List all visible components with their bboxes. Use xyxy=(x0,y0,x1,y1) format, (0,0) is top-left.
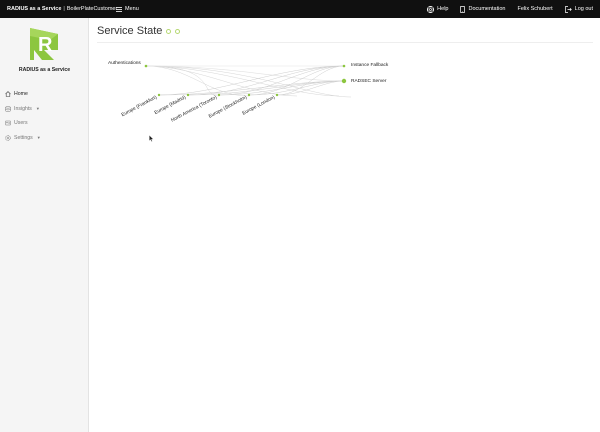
logout-icon xyxy=(564,5,572,13)
logout-link[interactable]: Log out xyxy=(564,5,593,13)
graph-node-region[interactable]: Europe (Frankfurt) xyxy=(121,93,161,118)
gear-icon xyxy=(5,135,11,141)
node-dot xyxy=(186,93,190,97)
brand-separator: | xyxy=(63,6,65,12)
mouse-pointer-icon xyxy=(149,129,154,147)
sidebar-item-label: Home xyxy=(14,91,28,98)
user-name: Felix Schubert xyxy=(517,6,553,12)
brand-title: RADIUS as a Service xyxy=(7,6,62,12)
sidebar-item-insights[interactable]: Insights ▼ xyxy=(5,102,85,117)
sidebar-item-home[interactable]: Home xyxy=(5,87,85,102)
graph-node-radsec-server[interactable]: RADSEC Server xyxy=(341,78,387,84)
logo-letter: R xyxy=(38,34,53,56)
node-label: Europe (Frankfurt) xyxy=(121,94,159,118)
node-dot xyxy=(217,93,221,97)
graph-links xyxy=(145,65,352,98)
node-dot xyxy=(342,64,346,68)
chevron-down-icon: ▼ xyxy=(36,135,41,141)
main-content: Service State Authentications Europe (Fr… xyxy=(89,18,600,432)
node-dot xyxy=(144,64,148,68)
node-label: RADSEC Server xyxy=(351,78,387,84)
node-label: Instance Fallback xyxy=(351,62,389,68)
sidebar-nav: Home Insights ▼ Users Settings ▼ xyxy=(5,87,85,145)
sidebar-item-users[interactable]: Users xyxy=(5,116,85,131)
documentation-link[interactable]: Documentation xyxy=(460,5,506,13)
node-dot xyxy=(275,93,279,97)
menu-button[interactable]: Menu xyxy=(116,0,139,18)
app-name: RADIUS as a Service xyxy=(18,67,71,73)
node-dot xyxy=(157,93,161,97)
help-label: Help xyxy=(437,6,449,12)
sidebar-item-settings[interactable]: Settings ▼ xyxy=(5,131,85,146)
user-menu[interactable]: Felix Schubert xyxy=(517,6,552,12)
logo-r-icon: R xyxy=(30,28,58,60)
service-state-graph: Authentications Europe (Frankfurt) Europ… xyxy=(108,60,389,124)
logout-label: Log out xyxy=(574,6,593,12)
lifebuoy-icon xyxy=(427,5,435,13)
sidebar-item-label: Settings xyxy=(14,134,33,141)
top-nav: Help Documentation Felix Schubert Log ou… xyxy=(427,0,593,18)
hamburger-icon xyxy=(116,6,122,12)
insights-icon xyxy=(5,105,11,112)
brand-customer: BoilerPlateCustomer xyxy=(66,6,118,12)
sidebar-item-label: Insights xyxy=(14,105,32,112)
graph-node-instance-fallback[interactable]: Instance Fallback xyxy=(342,62,389,68)
node-label: Authentications xyxy=(108,60,141,66)
chevron-down-icon: ▼ xyxy=(35,106,40,112)
documentation-label: Documentation xyxy=(468,6,506,12)
node-dot xyxy=(341,78,347,84)
sidebar-item-label: Users xyxy=(14,120,28,127)
sidebar: R RADIUS as a Service Home Insights ▼ Us… xyxy=(0,18,89,432)
brand[interactable]: RADIUS as a Service | BoilerPlateCustome… xyxy=(7,0,117,18)
graph-node-authentications[interactable]: Authentications xyxy=(108,60,148,68)
users-icon xyxy=(5,120,11,126)
tablet-icon xyxy=(460,5,466,13)
node-dot xyxy=(247,93,251,97)
top-bar: RADIUS as a Service | BoilerPlateCustome… xyxy=(0,0,600,18)
graph-node-region[interactable]: Europe (London) xyxy=(241,93,279,117)
help-link[interactable]: Help xyxy=(427,5,449,13)
menu-label: Menu xyxy=(125,6,139,12)
home-icon xyxy=(5,91,11,98)
